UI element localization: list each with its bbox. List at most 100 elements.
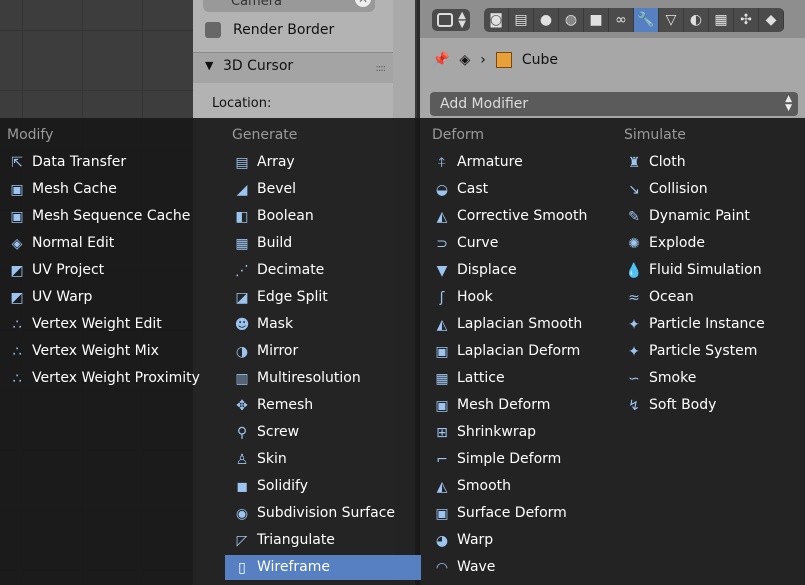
menu-item-simple-deform[interactable]: ⌐ Simple Deform <box>425 447 615 472</box>
menu-item-label: Simple Deform <box>457 451 562 467</box>
decimate-icon: ⋰ <box>235 263 249 279</box>
render-layers-tab-icon[interactable]: ▤ <box>509 8 534 32</box>
menu-item-label: Curve <box>457 235 499 251</box>
menu-item-soft-body[interactable]: ↯ Soft Body <box>617 393 802 418</box>
collapse-triangle-icon: ▼ <box>205 59 214 72</box>
menu-item-data-transfer[interactable]: ⇱ Data Transfer <box>0 150 195 175</box>
menu-item-laplacian-deform[interactable]: ▣ Laplacian Deform <box>425 339 615 364</box>
menu-item-decimate[interactable]: ⋰ Decimate <box>225 258 421 283</box>
menu-item-cloth[interactable]: ♜ Cloth <box>617 150 802 175</box>
menu-item-fluid-simulation[interactable]: 💧 Fluid Simulation <box>617 258 802 283</box>
menu-item-particle-instance[interactable]: ✦ Particle Instance <box>617 312 802 337</box>
menu-item-label: Normal Edit <box>32 235 115 251</box>
menu-item-build[interactable]: ▦ Build <box>225 231 421 256</box>
menu-item-mesh-deform[interactable]: ▣ Mesh Deform <box>425 393 615 418</box>
menu-item-dynamic-paint[interactable]: ✎ Dynamic Paint <box>617 204 802 229</box>
menu-item-skin[interactable]: ♙ Skin <box>225 447 421 472</box>
mirror-icon: ◑ <box>235 344 249 360</box>
data-tab-icon[interactable]: ▽ <box>659 8 684 32</box>
menu-item-uv-project[interactable]: ◩ UV Project <box>0 258 195 283</box>
menu-item-warp[interactable]: ◕ Warp <box>425 528 615 553</box>
menu-item-displace[interactable]: ▼ Displace <box>425 258 615 283</box>
mesh-cache-icon: ▣ <box>10 182 24 198</box>
menu-item-mask[interactable]: ☻ Mask <box>225 312 421 337</box>
menu-item-particle-system[interactable]: ✦ Particle System <box>617 339 802 364</box>
menu-item-edge-split[interactable]: ◪ Edge Split <box>225 285 421 310</box>
modifiers-tab-icon[interactable]: 🔧 <box>634 8 659 32</box>
menu-item-corrective-smooth[interactable]: ◭ Corrective Smooth <box>425 204 615 229</box>
menu-item-lattice[interactable]: ▦ Lattice <box>425 366 615 391</box>
menu-item-surface-deform[interactable]: ▣ Surface Deform <box>425 501 615 526</box>
menu-item-hook[interactable]: ʃ Hook <box>425 285 615 310</box>
menu-item-boolean[interactable]: ◧ Boolean <box>225 204 421 229</box>
menu-item-label: Dynamic Paint <box>649 208 750 224</box>
menu-item-wireframe[interactable]: ▯ Wireframe <box>225 555 421 580</box>
menu-item-smoke[interactable]: ∽ Smoke <box>617 366 802 391</box>
vertex-weight-icon: ∴ <box>12 344 22 360</box>
menu-item-normal-edit[interactable]: ◈ Normal Edit <box>0 231 195 256</box>
menu-item-label: Vertex Weight Mix <box>32 343 159 359</box>
menu-item-triangulate[interactable]: ◸ Triangulate <box>225 528 421 553</box>
menu-item-laplacian-smooth[interactable]: ◭ Laplacian Smooth <box>425 312 615 337</box>
menu-item-ocean[interactable]: ≈ Ocean <box>617 285 802 310</box>
render-tab-icon[interactable]: ◙ <box>484 8 509 32</box>
menu-item-smooth[interactable]: ◭ Smooth <box>425 474 615 499</box>
menu-item-cast[interactable]: ◒ Cast <box>425 177 615 202</box>
menu-item-bevel[interactable]: ◢ Bevel <box>225 177 421 202</box>
menu-item-label: Explode <box>649 235 705 251</box>
context-tabs: ◙ ▤ ● ◍ ■ ∞ 🔧 ▽ ◐ ▦ ✣ ◆ <box>484 8 784 32</box>
menu-item-mesh-sequence-cache[interactable]: ▣ Mesh Sequence Cache <box>0 204 195 229</box>
skin-icon: ♙ <box>235 452 249 468</box>
menu-item-label: Boolean <box>257 208 314 224</box>
3d-cursor-panel-header[interactable]: ▼ 3D Cursor :::: <box>193 52 393 83</box>
shrinkwrap-icon: ⊞ <box>436 425 448 441</box>
menu-item-explode[interactable]: ✺ Explode <box>617 231 802 256</box>
menu-item-label: Skin <box>257 451 287 467</box>
menu-item-array[interactable]: ▤ Array <box>225 150 421 175</box>
clear-icon[interactable]: ✕ <box>355 0 371 7</box>
menu-item-curve[interactable]: ⊃ Curve <box>425 231 615 256</box>
menu-item-collision[interactable]: ↘ Collision <box>617 177 802 202</box>
material-tab-icon[interactable]: ◐ <box>684 8 709 32</box>
menu-column-header: Simulate <box>624 127 686 143</box>
particles-tab-icon[interactable]: ✣ <box>734 8 759 32</box>
menu-item-vertex-weight-proximity[interactable]: ∴ Vertex Weight Proximity <box>0 366 200 391</box>
build-icon: ▦ <box>235 236 249 252</box>
add-modifier-dropdown[interactable]: Add Modifier ▲ ▼ <box>430 92 798 116</box>
menu-item-vertex-weight-mix[interactable]: ∴ Vertex Weight Mix <box>0 339 195 364</box>
menu-item-vertex-weight-edit[interactable]: ∴ Vertex Weight Edit <box>0 312 195 337</box>
render-border-checkbox[interactable] <box>205 22 221 38</box>
object-tab-icon[interactable]: ■ <box>584 8 609 32</box>
menu-item-multiresolution[interactable]: ▥ Multiresolution <box>225 366 421 391</box>
menu-item-mirror[interactable]: ◑ Mirror <box>225 339 421 364</box>
menu-item-subdivision-surface[interactable]: ◉ Subdivision Surface <box>225 501 421 526</box>
dynamic-paint-icon: ✎ <box>628 209 640 225</box>
menu-item-mesh-cache[interactable]: ▣ Mesh Cache <box>0 177 195 202</box>
menu-item-solidify[interactable]: ◼ Solidify <box>225 474 421 499</box>
wave-icon: ◠ <box>435 560 449 576</box>
add-modifier-menu: Modify ⇱ Data Transfer ▣ Mesh Cache ▣ Mesh Seq… <box>0 118 805 585</box>
physics-tab-icon[interactable]: ◆ <box>759 8 784 32</box>
menu-item-label: Cloth <box>649 154 686 170</box>
editor-type-selector[interactable]: ▲ ▼ <box>432 9 470 31</box>
menu-item-screw[interactable]: ⚲ Screw <box>225 420 421 445</box>
menu-item-armature[interactable]: ⍏ Armature <box>425 150 615 175</box>
constraints-tab-icon[interactable]: ∞ <box>609 8 634 32</box>
texture-tab-icon[interactable]: ▦ <box>709 8 734 32</box>
pin-icon[interactable]: 📌 <box>432 52 449 68</box>
solidify-icon: ◼ <box>236 479 248 495</box>
menu-item-uv-warp[interactable]: ◩ UV Warp <box>0 285 195 310</box>
menu-item-label: Multiresolution <box>257 370 361 386</box>
camera-field[interactable]: Camera ✕ <box>203 0 375 12</box>
menu-item-label: Laplacian Smooth <box>457 316 583 332</box>
menu-item-label: Array <box>257 154 295 170</box>
menu-item-wave[interactable]: ◠ Wave <box>425 555 615 580</box>
menu-item-remesh[interactable]: ✥ Remesh <box>225 393 421 418</box>
menu-item-shrinkwrap[interactable]: ⊞ Shrinkwrap <box>425 420 615 445</box>
world-tab-icon[interactable]: ◍ <box>559 8 584 32</box>
drag-grip-icon[interactable]: :::: <box>376 63 387 74</box>
menu-column-header: Modify <box>7 127 54 143</box>
scene-tab-icon[interactable]: ● <box>534 8 559 32</box>
menu-item-label: Vertex Weight Proximity <box>32 370 200 386</box>
menu-item-label: Build <box>257 235 293 251</box>
